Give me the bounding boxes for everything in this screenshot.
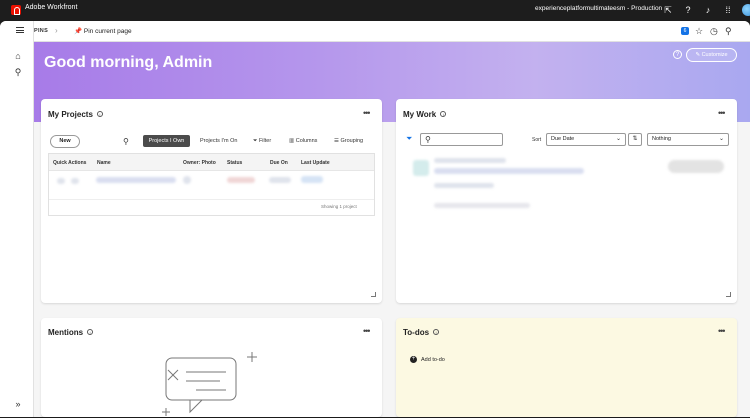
pins-bar	[34, 21, 750, 42]
column-header[interactable]: Owner: Photo	[183, 160, 216, 166]
add-todo-button[interactable]: Add to-do	[421, 357, 445, 363]
more-options-icon[interactable]: •••	[363, 108, 371, 118]
greeting: Good morning, Admin	[44, 54, 213, 71]
help-icon[interactable]: ?	[673, 50, 682, 59]
avatar[interactable]	[742, 4, 750, 16]
star-icon[interactable]: ☆	[695, 26, 703, 37]
more-options-icon[interactable]: •••	[363, 326, 371, 336]
todos-title-text: To-dos	[403, 328, 430, 337]
my-projects-title-text: My Projects	[48, 110, 93, 119]
empty-chat-illustration-icon	[162, 352, 257, 416]
pins-label: PINS	[34, 28, 49, 34]
pin-current-label: Pin current page	[83, 28, 132, 35]
expand-nav-icon[interactable]: »	[13, 399, 23, 409]
customize-button[interactable]: ✎ Customize	[686, 48, 737, 62]
columns-label: Columns	[295, 138, 318, 144]
pin-current-page-button[interactable]: 📌 Pin current page	[74, 27, 132, 35]
table-header: Quick Actions Name Owner: Photo Status D…	[49, 154, 374, 171]
work-item-action-blurred[interactable]	[668, 160, 724, 173]
sort-direction-button[interactable]: ⇅	[628, 133, 642, 146]
chevron-right-icon: ›	[55, 26, 58, 35]
todos-title: To-dos i	[403, 328, 440, 337]
sort-value: Due Date	[551, 136, 575, 142]
info-icon[interactable]: i	[87, 329, 94, 335]
help-icon[interactable]: ?	[682, 4, 694, 16]
row-action-icon[interactable]	[57, 178, 65, 184]
divider	[49, 199, 374, 200]
my-work-title-text: My Work	[403, 110, 437, 119]
due-on-blurred	[269, 177, 291, 183]
grouping-label: Grouping	[340, 138, 364, 144]
my-work-card	[396, 99, 737, 303]
resize-handle-icon[interactable]	[371, 292, 376, 297]
filter-icon: ⏷	[253, 138, 258, 144]
resize-handle-icon[interactable]	[726, 292, 731, 297]
group-value: Nothing	[652, 136, 671, 142]
more-options-icon[interactable]: •••	[718, 326, 726, 336]
work-item-detail-blurred	[434, 203, 530, 208]
apps-grid-icon[interactable]: ⁞⁞	[722, 4, 734, 16]
row-name-blurred[interactable]	[96, 177, 176, 183]
work-item-meta-blurred	[434, 183, 494, 188]
filter-label: Filter	[258, 138, 272, 144]
environment-label[interactable]: experienceplatformultimateesm - Producti…	[535, 5, 662, 12]
column-header[interactable]: Name	[97, 160, 111, 166]
info-icon[interactable]: i	[440, 111, 447, 117]
info-icon[interactable]: i	[433, 329, 440, 335]
status-blurred	[227, 177, 255, 183]
info-icon[interactable]: i	[96, 111, 103, 117]
pins-badge[interactable]: 6	[681, 27, 689, 35]
filter-button[interactable]: ⏷ Filter	[253, 138, 271, 145]
last-update-blurred	[301, 176, 323, 183]
work-item-icon-blurred	[413, 160, 429, 176]
search-input[interactable]: ⚲	[420, 133, 503, 146]
group-select[interactable]: Nothing ⌄	[647, 133, 729, 146]
home-icon[interactable]: ⌂	[13, 51, 23, 61]
my-work-title: My Work i	[403, 110, 447, 119]
sort-select[interactable]: Due Date ⌄	[546, 133, 626, 146]
topbar-icons: ⇱ ? ♪ ⁞⁞	[662, 4, 750, 16]
chevron-down-icon: ⌄	[718, 136, 724, 142]
search-icon[interactable]: ⚲	[123, 137, 129, 146]
tab-projects-im-on[interactable]: Projects I'm On	[200, 138, 237, 144]
column-header[interactable]: Due On	[270, 160, 288, 166]
showing-count: Showing 1 project	[321, 204, 357, 209]
bell-icon[interactable]: ♪	[702, 4, 714, 16]
menu-icon[interactable]	[16, 27, 24, 33]
app-topbar: Adobe Workfront experienceplatformultima…	[0, 0, 750, 21]
workflow-icon[interactable]: ⚲	[13, 67, 23, 77]
projects-table: Quick Actions Name Owner: Photo Status D…	[48, 153, 375, 216]
owner-photo-blurred	[183, 176, 191, 184]
mentions-title-text: Mentions	[48, 328, 84, 337]
columns-button[interactable]: ▥ Columns	[289, 138, 317, 144]
columns-icon: ▥	[289, 138, 295, 144]
grouping-icon: ☰	[334, 138, 339, 144]
app-title[interactable]: Adobe Workfront	[25, 4, 77, 11]
sort-label: Sort	[532, 137, 542, 143]
more-options-icon[interactable]: •••	[718, 108, 726, 118]
adobe-logo-icon[interactable]	[11, 5, 21, 15]
search-icon: ⚲	[425, 135, 431, 144]
column-header[interactable]: Last Update	[301, 160, 330, 166]
grouping-button[interactable]: ☰ Grouping	[334, 138, 363, 144]
my-projects-title: My Projects i	[48, 110, 103, 119]
work-item-subtitle-blurred	[434, 168, 584, 174]
share-icon[interactable]: ⇱	[662, 4, 674, 16]
add-icon[interactable]: +	[410, 356, 417, 363]
search-icon[interactable]: ⚲	[725, 26, 732, 37]
history-icon[interactable]: ◷	[710, 26, 718, 37]
column-header[interactable]: Status	[227, 160, 242, 166]
column-header[interactable]: Quick Actions	[53, 160, 86, 166]
row-action-icon[interactable]	[71, 178, 79, 184]
mentions-title: Mentions i	[48, 328, 94, 337]
chevron-down-icon: ⌄	[615, 136, 621, 142]
customize-label: Customize	[701, 52, 728, 58]
work-item-title-blurred[interactable]	[434, 158, 506, 163]
tab-projects-i-own[interactable]: Projects I Own	[143, 135, 190, 147]
todos-card	[396, 318, 737, 417]
filter-icon[interactable]: ⏷	[406, 134, 412, 144]
new-project-button[interactable]: New	[50, 135, 80, 148]
pin-icon: 📌	[74, 28, 83, 35]
left-nav: ⌂ ⚲ »	[0, 21, 34, 417]
